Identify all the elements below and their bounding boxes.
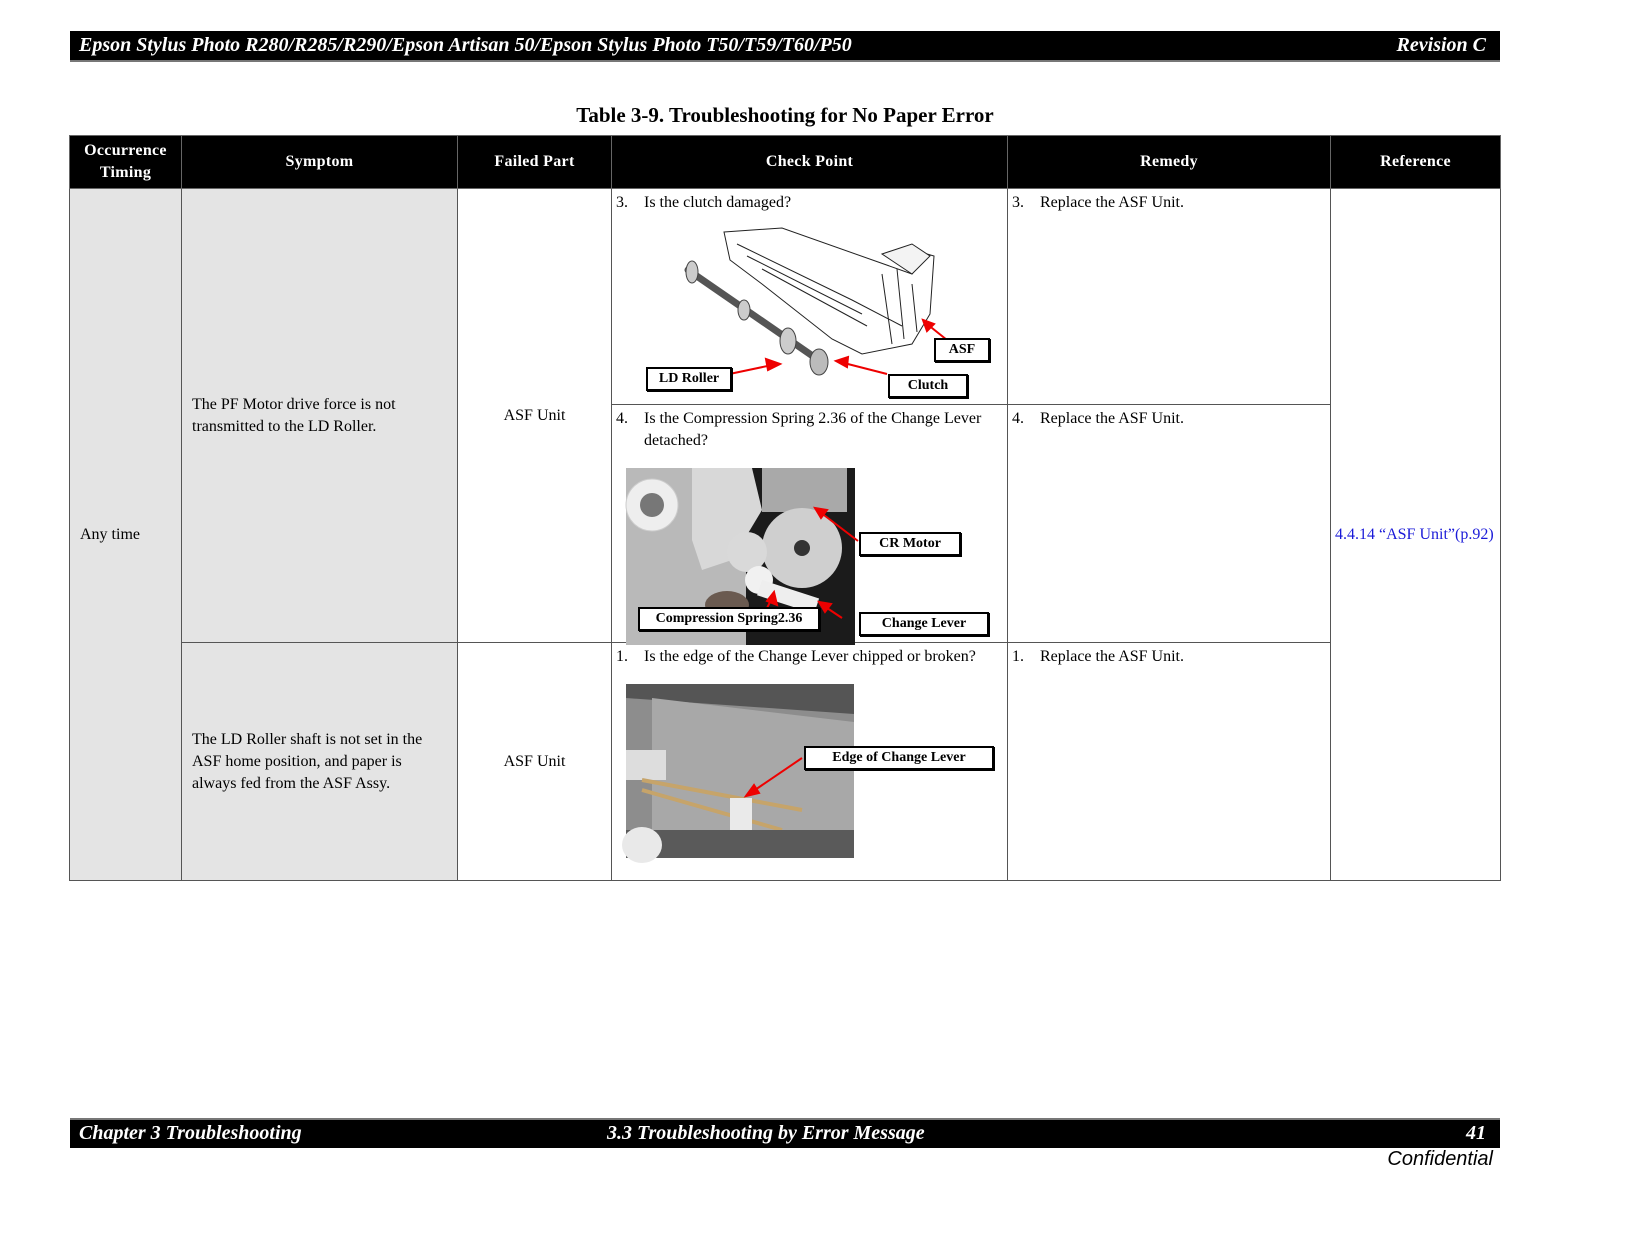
remedy-cell: 1. Replace the ASF Unit. bbox=[1007, 642, 1331, 881]
check-point-cell: 1. Is the edge of the Change Lever chipp… bbox=[611, 642, 1008, 881]
change-lever-edge-photo bbox=[622, 684, 854, 863]
col-header-reference: Reference bbox=[1330, 135, 1501, 189]
symptom-cell: The PF Motor drive force is not transmit… bbox=[181, 188, 458, 643]
callout-ld-roller: LD Roller bbox=[646, 367, 732, 391]
col-header-occurrence: Occurrence Timing bbox=[69, 135, 182, 189]
col-header-check-point: Check Point bbox=[611, 135, 1008, 189]
check-point-cell: 3. Is the clutch damaged? ASF LD Roller … bbox=[611, 188, 1008, 405]
change-lever-edge-figure: Edge of Change Lever bbox=[612, 668, 1007, 863]
reference-link[interactable]: 4.4.14 “ASF Unit”(p.92) bbox=[1335, 526, 1494, 543]
callout-edge-of-change-lever: Edge of Change Lever bbox=[804, 746, 994, 770]
callout-clutch: Clutch bbox=[888, 374, 968, 398]
page-number: 41 bbox=[1466, 1122, 1486, 1144]
check-number: 4. bbox=[616, 410, 628, 427]
remedy-text: Replace the ASF Unit. bbox=[1040, 194, 1184, 211]
asf-unit-figure: ASF LD Roller Clutch bbox=[612, 214, 1007, 404]
col-header-remedy: Remedy bbox=[1007, 135, 1331, 189]
change-lever-figure: CR Motor Compression Spring2.36 Change L… bbox=[612, 452, 1007, 645]
check-text: Is the clutch damaged? bbox=[644, 194, 792, 211]
check-number: 1. bbox=[616, 648, 628, 665]
failed-part-cell: ASF Unit bbox=[457, 642, 612, 881]
check-number: 3. bbox=[616, 194, 628, 211]
callout-change-lever: Change Lever bbox=[859, 612, 989, 636]
check-item: 1. Is the edge of the Change Lever chipp… bbox=[612, 643, 1007, 668]
remedy-item: 4. Replace the ASF Unit. bbox=[1008, 405, 1330, 430]
footer-chapter: Chapter 3 Troubleshooting bbox=[79, 1122, 302, 1144]
callout-cr-motor: CR Motor bbox=[859, 532, 961, 556]
remedy-number: 4. bbox=[1012, 410, 1024, 427]
remedy-number: 1. bbox=[1012, 648, 1024, 665]
reference-cell: 4.4.14 “ASF Unit”(p.92) bbox=[1330, 188, 1501, 881]
remedy-text: Replace the ASF Unit. bbox=[1040, 410, 1184, 427]
symptom-cell: The LD Roller shaft is not set in the AS… bbox=[181, 642, 458, 881]
col-header-failed-part: Failed Part bbox=[457, 135, 612, 189]
troubleshooting-table: Occurrence Timing Symptom Failed Part Ch… bbox=[69, 135, 1501, 881]
remedy-item: 3. Replace the ASF Unit. bbox=[1008, 189, 1330, 214]
document-title: Epson Stylus Photo R280/R285/R290/Epson … bbox=[79, 34, 852, 56]
remedy-cell: 4. Replace the ASF Unit. bbox=[1007, 404, 1331, 643]
callout-compression-spring: Compression Spring2.36 bbox=[638, 607, 820, 631]
confidential-label: Confidential bbox=[1387, 1148, 1493, 1170]
occurrence-cell: Any time bbox=[69, 188, 182, 881]
remedy-text: Replace the ASF Unit. bbox=[1040, 648, 1184, 665]
remedy-cell: 3. Replace the ASF Unit. bbox=[1007, 188, 1331, 405]
table-row: Any time The PF Motor drive force is not… bbox=[69, 188, 1501, 881]
remedy-number: 3. bbox=[1012, 194, 1024, 211]
footer-section: 3.3 Troubleshooting by Error Message bbox=[607, 1122, 925, 1144]
col-header-symptom: Symptom bbox=[181, 135, 458, 189]
check-text: Is the edge of the Change Lever chipped … bbox=[644, 648, 976, 665]
check-point-cell: 4. Is the Compression Spring 2.36 of the… bbox=[611, 404, 1008, 645]
remedy-item: 1. Replace the ASF Unit. bbox=[1008, 643, 1330, 668]
page-footer: Chapter 3 Troubleshooting 3.3 Troublesho… bbox=[70, 1118, 1500, 1148]
check-item: 3. Is the clutch damaged? bbox=[612, 189, 1007, 214]
check-item: 4. Is the Compression Spring 2.36 of the… bbox=[612, 405, 1007, 452]
table-title: Table 3-9. Troubleshooting for No Paper … bbox=[576, 103, 994, 127]
table-row: The LD Roller shaft is not set in the AS… bbox=[70, 642, 1501, 881]
failed-part-cell: ASF Unit bbox=[457, 188, 612, 643]
table-header-row: Occurrence Timing Symptom Failed Part Ch… bbox=[69, 135, 1501, 189]
revision-label: Revision C bbox=[1396, 34, 1486, 56]
callout-asf: ASF bbox=[934, 338, 990, 362]
page-header: Epson Stylus Photo R280/R285/R290/Epson … bbox=[70, 31, 1500, 62]
check-text: Is the Compression Spring 2.36 of the Ch… bbox=[644, 410, 982, 449]
